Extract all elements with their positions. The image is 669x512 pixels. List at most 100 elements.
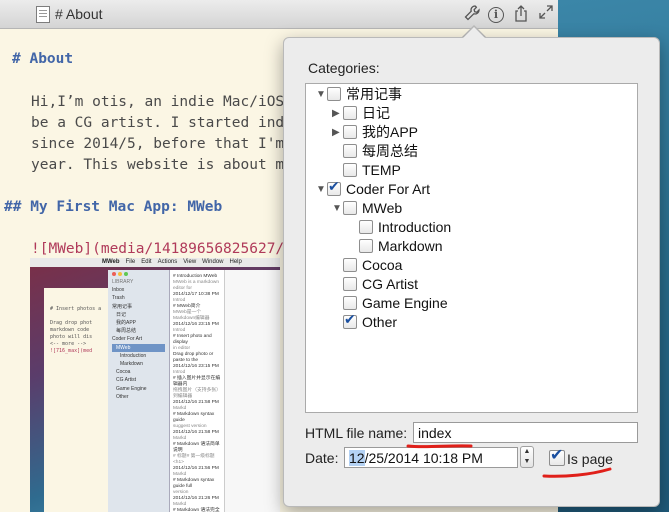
category-row[interactable]: Introduction	[348, 218, 451, 237]
category-row[interactable]: ▼ MWeb	[332, 199, 402, 218]
embedded-sidebar-item: Game Engine	[116, 385, 147, 392]
embedded-sidebar-item: Coder For Art	[112, 336, 143, 343]
category-label: Game Engine	[362, 295, 448, 311]
embedded-sidebar-item: 常用记事	[112, 303, 133, 310]
embedded-note-list: # Introduction MWeb MWeb is a markdown ed…	[170, 270, 224, 512]
disclosure-expanded-icon[interactable]: ▼	[316, 85, 327, 104]
menubar-item: File	[125, 259, 136, 265]
category-checkbox[interactable]	[343, 296, 357, 310]
embedded-list-title: # 插入图片并显示在编辑器内	[173, 376, 221, 387]
category-row[interactable]: ▼ Coder For Art	[316, 178, 431, 199]
category-row[interactable]: ▶ 我的APP	[332, 123, 418, 142]
category-label: 常用记事	[346, 86, 402, 102]
category-label: 每周总结	[362, 143, 418, 159]
category-label: CG Artist	[362, 276, 419, 292]
date-label: Date:	[305, 450, 339, 466]
editor-line: ![MWeb](media/14189656825627/M	[31, 241, 293, 257]
category-row[interactable]: ▶ 日记	[332, 104, 390, 123]
zoom-dot	[124, 272, 128, 276]
category-checkbox[interactable]	[343, 201, 357, 215]
date-rest: /25/2014 10:18 PM	[364, 450, 483, 466]
embedded-list-title: # Insert photo and display	[173, 334, 212, 345]
category-checkbox[interactable]	[327, 178, 341, 197]
disclosure-expanded-icon[interactable]: ▼	[332, 199, 343, 218]
popover-arrow-fill	[463, 27, 485, 38]
close-dot	[112, 272, 116, 276]
date-month-segment[interactable]: 12	[349, 450, 365, 466]
editor-line: Hi,I’m otis, an indie Mac/iOS	[31, 94, 285, 110]
category-label: Coder For Art	[346, 181, 431, 197]
embedded-sidebar-item: LIBRARY	[112, 279, 134, 285]
category-label: Cocoa	[362, 257, 403, 273]
minimize-dot	[118, 272, 122, 276]
menubar-item: Window	[202, 259, 224, 265]
embedded-preview	[224, 270, 280, 512]
category-checkbox[interactable]	[359, 239, 373, 253]
editor-line: be a CG artist. I started indi	[31, 115, 293, 131]
embedded-sidebar-item: 每周总结	[116, 328, 137, 335]
editor-line: # About	[12, 51, 74, 67]
embedded-list-meta: MWeb is a markdown editor for	[173, 280, 220, 291]
category-checkbox[interactable]	[343, 277, 357, 291]
menubar-item: Edit	[141, 259, 152, 265]
embedded-sidebar: LIBRARY Inbox Trash 常用记事 日记 我的APP 每周总结 C…	[108, 270, 170, 512]
fullscreen-icon[interactable]	[536, 5, 556, 23]
disclosure-collapsed-icon[interactable]: ▶	[332, 104, 343, 123]
embedded-screenshot: MWeb File Edit Actions View Window Help # Inse…	[30, 258, 280, 512]
embedded-sidebar-item: Introduction	[120, 352, 147, 359]
share-icon[interactable]	[511, 5, 531, 23]
category-row[interactable]: Other	[332, 311, 398, 332]
menubar-item: Help	[229, 259, 242, 265]
category-checkbox[interactable]	[343, 106, 357, 120]
embedded-sidebar-item: MWeb	[112, 343, 165, 352]
document-icon	[36, 6, 50, 23]
publish-settings-popover: Categories: ▼常用记事▶日记▶我的APP每周总结TEMP▼Coder…	[283, 37, 660, 507]
date-stepper[interactable]: ▲ ▼	[520, 446, 534, 468]
embedded-sidebar-item: Other	[116, 393, 129, 400]
category-checkbox[interactable]	[327, 87, 341, 101]
embedded-list-title: # Markdown syntax guide full	[173, 478, 215, 489]
editor-line: ## My First Mac App: MWeb	[4, 199, 223, 215]
category-checkbox[interactable]	[343, 144, 357, 158]
embedded-sidebar-item: Inbox	[112, 287, 125, 294]
wrench-icon[interactable]	[462, 5, 482, 23]
category-checkbox[interactable]	[343, 258, 357, 272]
menubar-item: View	[183, 259, 197, 265]
embedded-sidebar-item: 我的APP	[116, 320, 137, 327]
category-label: Markdown	[378, 238, 443, 254]
category-checkbox[interactable]	[343, 311, 357, 330]
category-row[interactable]: ▼ 常用记事	[316, 85, 402, 104]
category-checkbox[interactable]	[343, 163, 357, 177]
category-row[interactable]: 每周总结	[332, 142, 418, 161]
editor-line: since 2014/5, before that I'm	[31, 136, 285, 152]
category-row[interactable]: CG Artist	[332, 275, 418, 294]
category-label: 我的APP	[362, 124, 419, 140]
category-row[interactable]: Markdown	[348, 237, 443, 256]
category-label: Other	[362, 314, 398, 330]
is-page-checkbox[interactable]	[549, 445, 565, 466]
category-checkbox[interactable]	[359, 220, 373, 234]
menubar-item: Actions	[157, 259, 178, 265]
window-title: # About	[55, 6, 103, 22]
categories-tree[interactable]: ▼常用记事▶日记▶我的APP每周总结TEMP▼Coder For Art▼MWe…	[305, 83, 638, 413]
embedded-list-title: # Markdown syntax guide	[173, 412, 215, 423]
html-file-name-label: HTML file name:	[305, 425, 408, 441]
is-page-label: Is page	[567, 451, 613, 467]
menubar-item: MWeb	[102, 259, 120, 265]
info-icon[interactable]: i	[486, 5, 506, 23]
embedded-list-title: # Markdown 语法完全说明	[173, 508, 220, 512]
embedded-sidebar-item: Markdown	[120, 361, 144, 368]
html-file-name-input[interactable]: index	[413, 422, 638, 443]
embedded-sidebar-item: Cocoa	[116, 369, 131, 376]
category-row[interactable]: Cocoa	[332, 256, 402, 275]
embedded-list-meta: # 标题# 第一级标题 <h1>	[173, 454, 215, 465]
embedded-list-title: Drag drop photo or paste to the	[173, 352, 214, 363]
embedded-sidebar-item: 日记	[116, 311, 127, 318]
category-row[interactable]: TEMP	[332, 161, 401, 180]
disclosure-expanded-icon[interactable]: ▼	[316, 180, 327, 199]
date-input[interactable]: 12/25/2014 10:18 PM	[344, 447, 518, 468]
embedded-list-meta: MWeb是一个Markdown编辑器	[173, 310, 210, 321]
category-checkbox[interactable]	[343, 125, 357, 139]
disclosure-collapsed-icon[interactable]: ▶	[332, 123, 343, 142]
editor-line: year. This website is about my	[31, 157, 293, 173]
